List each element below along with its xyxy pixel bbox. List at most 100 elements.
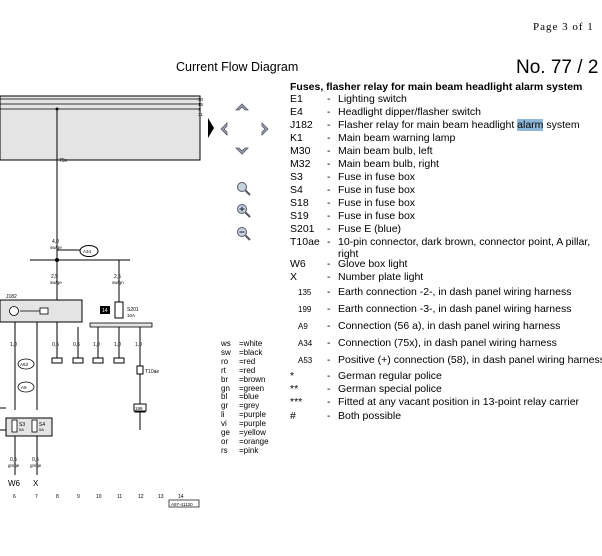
svg-text:9: 9 bbox=[77, 494, 80, 500]
legend-description: Connection (56 a), in dash panel wiring … bbox=[338, 320, 561, 332]
svg-text:75x: 75x bbox=[59, 158, 68, 164]
diagram-title: Current Flow Diagram bbox=[176, 60, 299, 74]
svg-text:7: 7 bbox=[35, 494, 38, 500]
legend-description: Flasher relay for main beam headlight al… bbox=[338, 119, 580, 131]
fuses-s3-s4: S3 5A S4 5A 0,5 gn/ge 0,5 gn/ge bbox=[0, 407, 53, 475]
legend-dash: - bbox=[327, 236, 331, 248]
svg-text:1,0: 1,0 bbox=[10, 342, 17, 348]
legend-dash: - bbox=[327, 106, 331, 118]
supply-bus: 30 15 X 31 bbox=[0, 95, 204, 161]
legend-dash: - bbox=[327, 132, 331, 144]
legend-description: Lighting switch bbox=[338, 93, 407, 105]
legend-dash: - bbox=[327, 197, 331, 209]
legend-dash: - bbox=[327, 303, 331, 315]
legend-description-part: Flasher relay for main beam headlight bbox=[338, 119, 518, 131]
legend-description: Fuse in fuse box bbox=[338, 197, 416, 209]
legend-code: *** bbox=[290, 396, 303, 408]
legend-dash: - bbox=[327, 271, 331, 283]
legend-dash: - bbox=[327, 93, 331, 105]
legend-dash: - bbox=[327, 171, 331, 183]
arrow-right-icon[interactable] bbox=[255, 121, 271, 137]
legend-code: S18 bbox=[290, 197, 309, 209]
relay-j182: J182 bbox=[0, 294, 83, 323]
wiring-diagram: 30 15 X 31 75x 4,0 sw/ge A34 2,5 sw/ge 2… bbox=[0, 95, 204, 508]
legend-description-part: system bbox=[543, 119, 580, 131]
legend-dash: - bbox=[327, 320, 331, 332]
diagram-number: No. 77 / 2 bbox=[516, 57, 599, 78]
legend-code: W6 bbox=[290, 258, 306, 270]
svg-text:1,0: 1,0 bbox=[135, 342, 142, 348]
legend-dash: - bbox=[327, 383, 331, 395]
legend-dash: - bbox=[327, 158, 331, 170]
legend-dash: - bbox=[327, 223, 331, 235]
legend-description: Glove box light bbox=[338, 258, 408, 270]
legend-dash: - bbox=[327, 145, 331, 157]
svg-text:J182: J182 bbox=[6, 294, 17, 300]
svg-text:14: 14 bbox=[102, 308, 108, 314]
svg-text:A53: A53 bbox=[20, 362, 29, 367]
svg-text:gn/ge: gn/ge bbox=[8, 463, 20, 468]
track-numbers: 6 7 8 9 10 11 12 13 14 bbox=[13, 494, 184, 500]
svg-text:5A: 5A bbox=[39, 427, 44, 432]
svg-text:199: 199 bbox=[135, 406, 143, 411]
svg-text:sw/gn: sw/gn bbox=[112, 280, 124, 285]
legend-code: J182 bbox=[290, 119, 313, 131]
component-label-w6: W6 bbox=[8, 479, 21, 488]
arrow-left-icon[interactable] bbox=[218, 121, 234, 137]
color-code-table: ws = white sw = black ro = red rt = red br = brow… bbox=[221, 339, 269, 456]
legend-dash: - bbox=[327, 410, 331, 422]
search-highlight: alarm bbox=[517, 119, 544, 131]
legend-description: Positive (+) connection (58), in dash pa… bbox=[338, 354, 602, 366]
legend-code: A53 bbox=[298, 356, 313, 365]
legend-description: German special police bbox=[338, 383, 442, 395]
legend-description: Earth connection -2-, in dash panel wiri… bbox=[338, 286, 572, 298]
legend-description: Main beam bulb, right bbox=[338, 158, 439, 170]
bus-label-31: 31 bbox=[198, 112, 204, 117]
legend-code: ** bbox=[290, 383, 299, 395]
sidebar-toggle-icon[interactable] bbox=[207, 117, 215, 139]
svg-text:A97-41120: A97-41120 bbox=[171, 502, 193, 507]
legend-code: # bbox=[290, 410, 296, 422]
legend-dash: - bbox=[327, 210, 331, 222]
svg-text:T10ae: T10ae bbox=[145, 369, 159, 375]
zoom-icon[interactable] bbox=[236, 181, 252, 197]
legend-dash: - bbox=[327, 370, 331, 382]
legend-description: Connection (75x), in dash panel wiring h… bbox=[338, 337, 557, 349]
legend-code: 135 bbox=[298, 288, 312, 297]
connectors-a53-a9: A53 A9 bbox=[17, 358, 35, 393]
legend-dash: - bbox=[327, 119, 331, 131]
legend-dash: - bbox=[327, 337, 331, 349]
legend-code: S4 bbox=[290, 184, 303, 196]
color-name: pink bbox=[243, 445, 259, 455]
arrow-up-icon[interactable] bbox=[234, 101, 250, 117]
svg-text:sw/ge: sw/ge bbox=[50, 280, 62, 285]
legend-code: K1 bbox=[290, 132, 303, 144]
legend-code: X bbox=[290, 271, 298, 283]
legend-code: S3 bbox=[290, 171, 303, 183]
legend-description: German regular police bbox=[338, 370, 442, 382]
svg-text:6: 6 bbox=[13, 494, 16, 500]
svg-text:1,0: 1,0 bbox=[114, 342, 121, 348]
legend-description: Main beam bulb, left bbox=[338, 145, 433, 157]
svg-text:1,0: 1,0 bbox=[93, 342, 100, 348]
legend-dash: - bbox=[327, 258, 331, 270]
legend-description: Headlight dipper/flasher switch bbox=[338, 106, 481, 118]
legend-dash: - bbox=[327, 184, 331, 196]
svg-text:sw/ge: sw/ge bbox=[50, 245, 62, 250]
svg-text:0,5: 0,5 bbox=[73, 342, 80, 348]
svg-text:5A: 5A bbox=[19, 427, 24, 432]
svg-text:11: 11 bbox=[117, 494, 122, 500]
legend-heading: Fuses, flasher relay for main beam headl… bbox=[290, 81, 583, 93]
legend-description: Number plate light bbox=[338, 271, 424, 283]
legend-description: Fitted at any vacant position in 13-poin… bbox=[338, 396, 580, 408]
svg-text:10: 10 bbox=[96, 494, 102, 500]
component-label-x: X bbox=[33, 479, 39, 488]
legend-code: A34 bbox=[298, 339, 313, 348]
earth-points: 199 bbox=[133, 403, 147, 430]
legend-description: Fuse in fuse box bbox=[338, 210, 416, 222]
zoom-in-icon[interactable] bbox=[236, 203, 252, 219]
legend-description: Fuse in fuse box bbox=[338, 171, 416, 183]
zoom-out-icon[interactable] bbox=[236, 226, 252, 242]
arrow-down-icon[interactable] bbox=[234, 141, 250, 157]
legend-description: Both possible bbox=[338, 410, 402, 422]
